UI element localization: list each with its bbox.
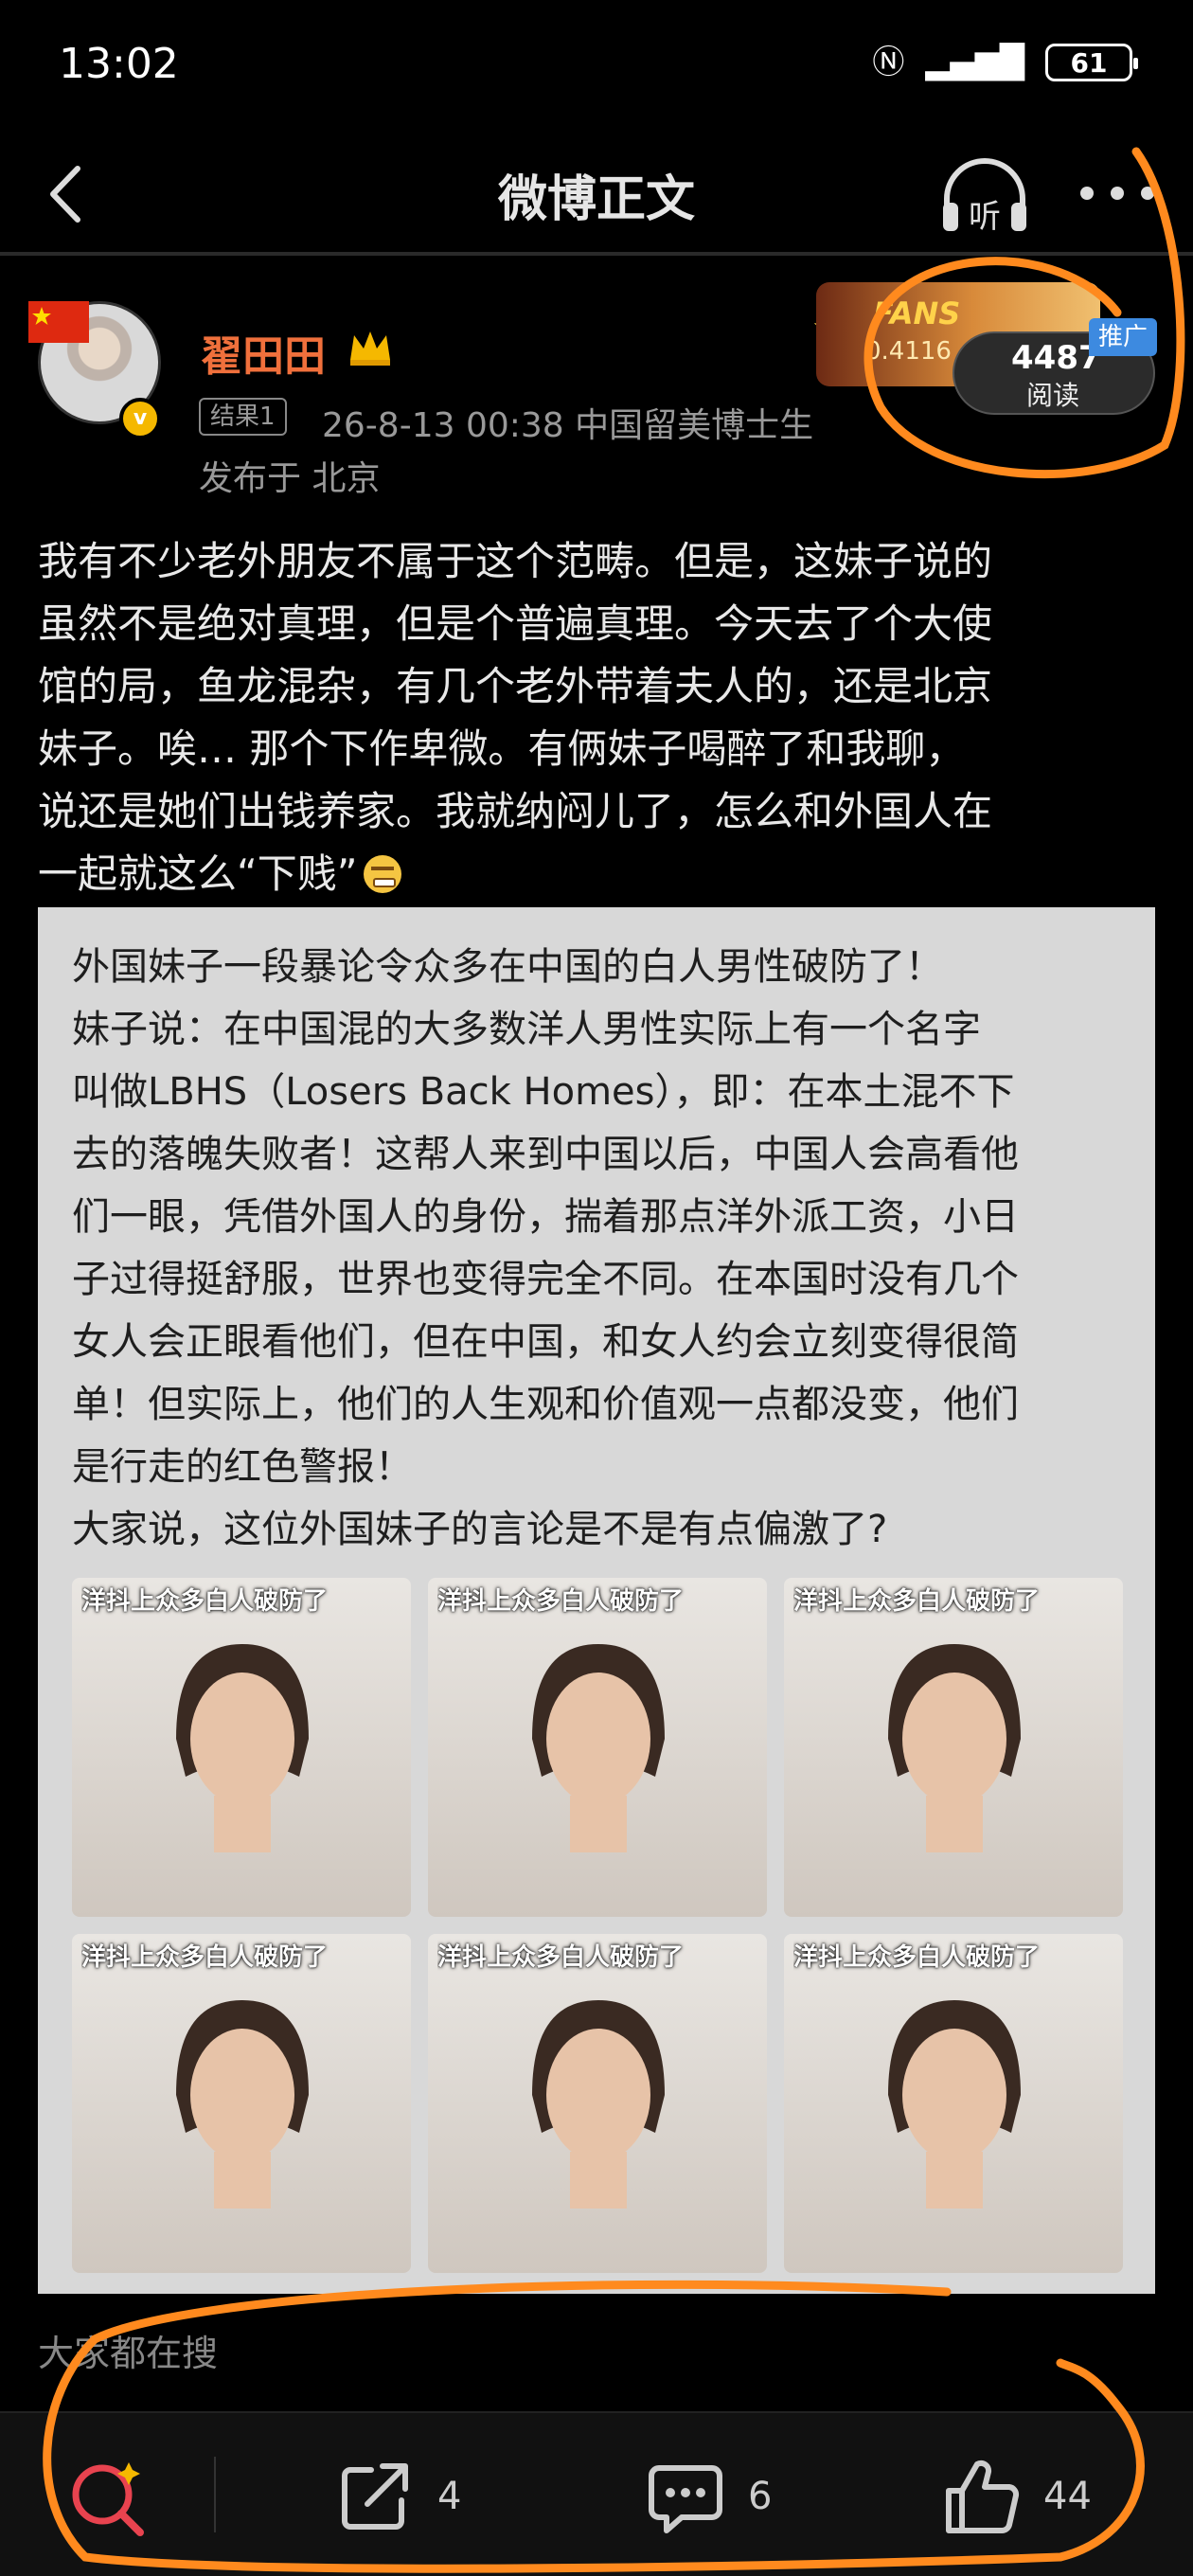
video-thumbnail[interactable]: 洋抖上众多白人破防了 — [72, 1578, 411, 1917]
person-face-icon — [176, 2000, 309, 2209]
battery-indicator: 61 — [1045, 44, 1138, 81]
china-flag-icon — [28, 301, 89, 343]
video-thumbnail[interactable]: 洋抖上众多白人破防了 — [72, 1934, 411, 2273]
like-icon — [946, 2460, 1020, 2533]
more-icon — [1080, 187, 1154, 200]
read-label: 阅读 — [1026, 380, 1080, 411]
divider — [214, 2457, 216, 2532]
thumbnail-caption: 洋抖上众多白人破防了 — [793, 1587, 1041, 1616]
comment-count: 6 — [748, 2475, 773, 2518]
post-image[interactable]: 外国妹子一段暴论令众多在中国的白人男性破防了！ 妹子说：在中国混的大多数洋人男性… — [38, 907, 1155, 2294]
like-button[interactable]: 44 — [939, 2451, 1092, 2542]
verified-icon: v — [119, 398, 161, 439]
repost-icon — [342, 2463, 408, 2530]
awkward-emoji-icon — [363, 855, 401, 893]
video-thumbnail[interactable]: 洋抖上众多白人破防了 — [428, 1934, 767, 2273]
author-name[interactable]: 翟田田 — [201, 322, 326, 383]
thumbnail-caption: 洋抖上众多白人破防了 — [81, 1943, 329, 1972]
person-face-icon — [888, 1644, 1021, 1852]
promo-tag[interactable]: 推广 — [1089, 318, 1157, 356]
image-text: 外国妹子一段暴论令众多在中国的白人男性破防了！ 妹子说：在中国混的大多数洋人男性… — [72, 945, 1019, 1551]
post-body: 我有不少老外朋友不属于这个范畴。但是，这妹子说的 虽然不是绝对真理，但是个普遍真… — [38, 530, 1165, 905]
thumbnail-caption: 洋抖上众多白人破防了 — [437, 1587, 685, 1616]
more-button[interactable] — [1070, 165, 1165, 222]
bottom-action-bar: 4 6 44 — [0, 2411, 1193, 2576]
thumbnail-caption: 洋抖上众多白人破防了 — [793, 1943, 1041, 1972]
post-body-text: 我有不少老外朋友不属于这个范畴。但是，这妹子说的 虽然不是绝对真理，但是个普遍真… — [38, 538, 993, 897]
repost-count: 4 — [437, 2475, 462, 2518]
crown-icon — [350, 331, 390, 366]
fans-badge-number: 0.4116 — [865, 337, 952, 366]
listen-label: 听 — [969, 198, 1001, 236]
thumbnail-caption: 洋抖上众多白人破防了 — [81, 1587, 329, 1616]
video-thumbnail[interactable]: 洋抖上众多白人破防了 — [428, 1578, 767, 1917]
post-meta: 26-8-13 00:38 中国留美博士生 — [322, 406, 814, 445]
trending-label: 大家都在搜 — [38, 2333, 219, 2374]
status-icons: Ⓝ ▂▄▆█ 61 — [872, 44, 1138, 81]
nfc-icon: Ⓝ — [872, 44, 905, 81]
like-count: 44 — [1043, 2475, 1092, 2518]
thumbnail-grid: 洋抖上众多白人破防了 洋抖上众多白人破防了 洋抖上众多白人破防了 洋抖上众多白人… — [72, 1578, 1123, 2273]
search-icon — [72, 2462, 144, 2536]
video-thumbnail[interactable]: 洋抖上众多白人破防了 — [784, 1578, 1123, 1917]
search-button[interactable] — [62, 2451, 153, 2542]
listen-button[interactable]: 听 — [937, 153, 1032, 239]
person-face-icon — [532, 2000, 665, 2209]
fans-badge-label: FANS — [873, 295, 961, 331]
person-face-icon — [532, 1644, 665, 1852]
thumbnail-caption: 洋抖上众多白人破防了 — [437, 1943, 685, 1972]
person-face-icon — [176, 1644, 309, 1852]
status-bar: 13:02 Ⓝ ▂▄▆█ 61 — [0, 0, 1193, 133]
rank-badge[interactable]: 结果1 — [199, 398, 287, 436]
video-thumbnail[interactable]: 洋抖上众多白人破防了 — [784, 1934, 1123, 2273]
post-location: 发布于 北京 — [199, 459, 381, 498]
repost-button[interactable]: 4 — [333, 2451, 461, 2542]
comment-button[interactable]: 6 — [644, 2451, 772, 2542]
comment-icon — [649, 2465, 722, 2533]
person-face-icon — [888, 2000, 1021, 2209]
nav-bar: 微博正文 听 — [0, 133, 1193, 256]
headphones-icon: 听 — [943, 158, 1026, 236]
read-count: 4487 — [1011, 339, 1101, 377]
signal-icon: ▂▄▆█ — [925, 44, 1024, 81]
battery-level: 61 — [1070, 46, 1108, 79]
status-time: 13:02 — [59, 40, 179, 88]
